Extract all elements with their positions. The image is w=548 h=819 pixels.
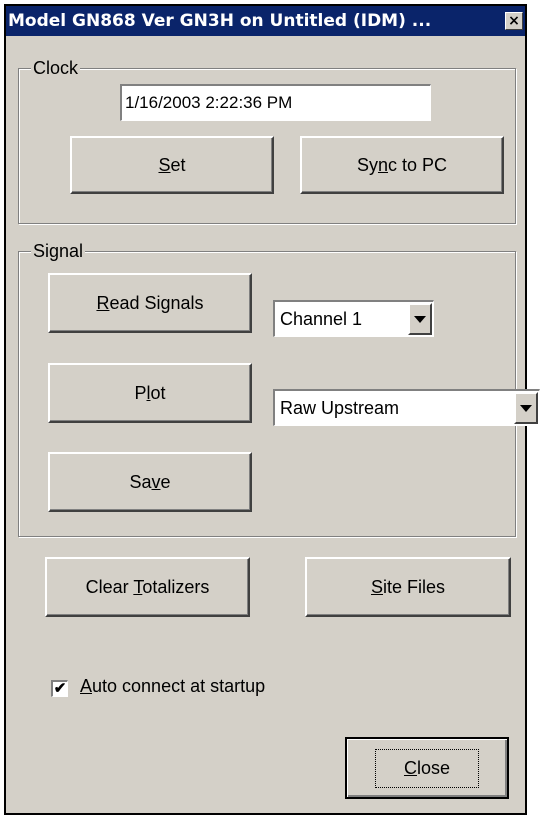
datetime-value: 1/16/2003 2:22:36 PM: [125, 93, 293, 112]
read-signals-label: Read Signals: [96, 292, 204, 313]
signal-group: Signal Read Signals Channel 1 Plot Raw U…: [18, 241, 540, 537]
set-button[interactable]: Set: [70, 136, 274, 194]
auto-connect-label[interactable]: Auto connect at startup: [80, 676, 265, 697]
clear-totalizers-button[interactable]: Clear Totalizers: [45, 557, 250, 617]
chevron-down-icon[interactable]: [514, 392, 538, 424]
close-window-button[interactable]: ×: [505, 12, 523, 30]
sync-to-pc-button[interactable]: Sync to PC: [300, 136, 504, 194]
set-button-label: Set: [158, 154, 186, 175]
save-button-label: Save: [129, 471, 171, 492]
plot-type-select-value: Raw Upstream: [280, 398, 400, 418]
clock-group-label: Clock: [31, 58, 81, 78]
close-button[interactable]: Close: [345, 737, 509, 799]
close-icon: ×: [508, 13, 520, 29]
channel-select-value: Channel 1: [280, 309, 363, 329]
window-title: Model GN868 Ver GN3H on Untitled (IDM) .…: [8, 11, 432, 31]
close-button-label: Close: [374, 748, 480, 788]
checkmark-icon: ✔: [53, 680, 67, 697]
site-files-label: Site Files: [370, 576, 446, 597]
read-signals-button[interactable]: Read Signals: [48, 273, 252, 333]
clock-group: Clock 1/16/2003 2:22:36 PM Set Sync to P…: [18, 58, 516, 224]
plot-type-select[interactable]: Raw Upstream: [273, 389, 540, 426]
datetime-field[interactable]: 1/16/2003 2:22:36 PM: [120, 84, 431, 121]
channel-select[interactable]: Channel 1: [273, 300, 434, 337]
site-files-button[interactable]: Site Files: [305, 557, 511, 617]
plot-button[interactable]: Plot: [48, 363, 252, 423]
plot-button-label: Plot: [134, 382, 166, 403]
signal-group-label: Signal: [31, 241, 86, 261]
save-button[interactable]: Save: [48, 452, 252, 512]
auto-connect-checkbox[interactable]: ✔: [51, 680, 68, 697]
clear-totalizers-label: Clear Totalizers: [85, 576, 210, 597]
sync-button-label: Sync to PC: [356, 154, 448, 175]
title-bar[interactable]: Model GN868 Ver GN3H on Untitled (IDM) .…: [6, 6, 525, 36]
dialog-window: Model GN868 Ver GN3H on Untitled (IDM) .…: [4, 4, 540, 815]
chevron-down-icon[interactable]: [408, 303, 432, 335]
